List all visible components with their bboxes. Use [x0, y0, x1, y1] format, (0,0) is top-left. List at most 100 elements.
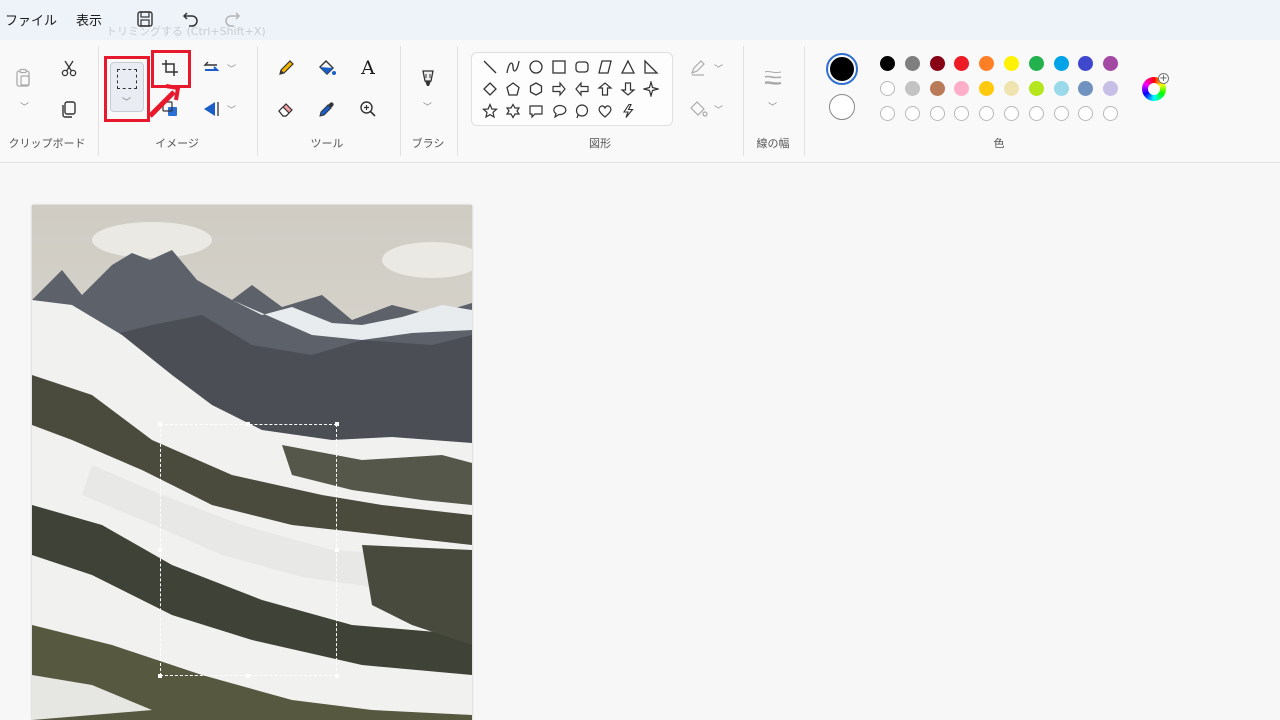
brush-chevron-icon[interactable]: ﹀	[423, 100, 432, 113]
custom-color-slot[interactable]	[1004, 106, 1019, 121]
ribbon-separator	[457, 46, 458, 156]
brush-icon[interactable]	[414, 64, 442, 92]
hexagon-shape-icon[interactable]	[526, 79, 546, 99]
palette-color-swatch[interactable]	[1103, 56, 1119, 71]
palette-color-swatch[interactable]	[1053, 56, 1069, 71]
primary-color-dot	[830, 57, 854, 81]
selection-handle[interactable]	[335, 422, 339, 426]
primary-color-swatch[interactable]	[826, 53, 858, 85]
palette-color-swatch[interactable]	[1103, 81, 1119, 96]
palette-color-swatch[interactable]	[904, 81, 920, 96]
custom-color-slot[interactable]	[1028, 106, 1044, 121]
menu-file[interactable]: ファイル	[5, 10, 57, 29]
shape-fill-chevron-icon[interactable]: ﹀	[714, 103, 723, 116]
text-icon[interactable]: A	[354, 54, 382, 82]
selection-handle[interactable]	[246, 674, 250, 678]
lightning-shape-icon[interactable]	[618, 101, 638, 121]
shape-outline-icon[interactable]	[684, 54, 712, 82]
pentagon-shape-icon[interactable]	[503, 79, 523, 99]
four-point-star-shape-icon[interactable]	[641, 79, 661, 99]
eraser-icon[interactable]	[272, 95, 300, 123]
cut-icon[interactable]	[55, 54, 83, 82]
color-picker-icon[interactable]	[313, 95, 341, 123]
selection-handle[interactable]	[335, 548, 339, 552]
curve-shape-icon[interactable]	[503, 57, 523, 77]
ribbon-separator	[743, 46, 744, 156]
secondary-color-swatch[interactable]	[829, 94, 855, 120]
selection-rectangle[interactable]	[158, 422, 339, 678]
custom-color-slot[interactable]	[1078, 106, 1094, 121]
menu-view[interactable]: 表示	[76, 10, 102, 29]
palette-color-swatch[interactable]	[954, 81, 970, 96]
right-triangle-shape-icon[interactable]	[641, 57, 661, 77]
shape-outline-chevron-icon[interactable]: ﹀	[714, 62, 723, 75]
custom-color-slot[interactable]	[1053, 106, 1069, 121]
paste-icon[interactable]	[9, 64, 37, 92]
selection-handle[interactable]	[246, 422, 250, 426]
palette-color-swatch[interactable]	[1004, 81, 1019, 96]
palette-color-swatch[interactable]	[929, 81, 945, 96]
triangle-shape-icon[interactable]	[618, 57, 638, 77]
palette-color-swatch[interactable]	[979, 56, 995, 71]
image-group-label: イメージ	[155, 137, 199, 150]
custom-color-slot[interactable]	[979, 106, 995, 121]
custom-color-slot[interactable]	[904, 106, 920, 121]
palette-color-swatch[interactable]	[954, 56, 970, 71]
copy-icon[interactable]	[55, 95, 83, 123]
palette-color-swatch[interactable]	[929, 56, 945, 71]
left-arrow-shape-icon[interactable]	[572, 79, 592, 99]
up-arrow-shape-icon[interactable]	[595, 79, 615, 99]
crop-tooltip: トリミングする (Ctrl+Shift+X)	[106, 25, 266, 38]
rectangular-callout-shape-icon[interactable]	[526, 101, 546, 121]
custom-color-slot[interactable]	[954, 106, 970, 121]
custom-color-slot[interactable]	[880, 106, 895, 121]
oval-shape-icon[interactable]	[526, 57, 546, 77]
palette-color-swatch[interactable]	[979, 81, 995, 96]
magnifier-icon[interactable]	[354, 95, 382, 123]
custom-color-slot[interactable]	[929, 106, 945, 121]
line-width-icon[interactable]	[759, 64, 787, 92]
flip-chevron-icon[interactable]: ﹀	[227, 103, 236, 116]
right-arrow-shape-icon[interactable]	[549, 79, 569, 99]
palette-color-swatch[interactable]	[1028, 56, 1044, 71]
line-width-group-label: 線の幅	[756, 137, 790, 150]
edit-colors-icon[interactable]: +	[1142, 73, 1169, 101]
palette-color-swatch[interactable]	[1053, 81, 1069, 96]
brushes-group-label: ブラシ	[411, 137, 445, 150]
selection-handle[interactable]	[335, 674, 339, 678]
palette-color-swatch[interactable]	[1028, 81, 1044, 96]
ribbon-separator	[257, 46, 258, 156]
ribbon-separator	[400, 46, 401, 156]
selection-handle[interactable]	[158, 548, 162, 552]
palette-color-swatch[interactable]	[1078, 81, 1094, 96]
palette-color-swatch[interactable]	[880, 81, 895, 96]
heart-shape-icon[interactable]	[595, 101, 615, 121]
polygon-shape-icon[interactable]	[595, 57, 615, 77]
palette-color-swatch[interactable]	[904, 56, 920, 71]
menu-bar: ファイル 表示 トリミングする (Ctrl+Shift+X)	[0, 0, 1280, 40]
six-point-star-shape-icon[interactable]	[503, 101, 523, 121]
line-shape-icon[interactable]	[480, 57, 500, 77]
rotate-icon[interactable]	[197, 54, 225, 82]
fill-bucket-icon[interactable]	[313, 54, 341, 82]
down-arrow-shape-icon[interactable]	[618, 79, 638, 99]
palette-color-swatch[interactable]	[1004, 56, 1019, 71]
oval-callout-shape-icon[interactable]	[549, 101, 569, 121]
palette-color-swatch[interactable]	[880, 56, 895, 71]
pencil-icon[interactable]	[272, 54, 300, 82]
rotate-chevron-icon[interactable]: ﹀	[227, 62, 236, 75]
custom-color-slot[interactable]	[1103, 106, 1119, 121]
cloud-callout-shape-icon[interactable]	[572, 101, 592, 121]
palette-color-swatch[interactable]	[1078, 56, 1094, 71]
flip-icon[interactable]	[197, 95, 225, 123]
rounded-rectangle-shape-icon[interactable]	[572, 57, 592, 77]
paste-chevron-icon[interactable]: ﹀	[20, 100, 29, 113]
selection-handle[interactable]	[158, 674, 162, 678]
ribbon: ﹀ クリップボード ﹀ ﹀ ﹀ イメージ A ツール ﹀ ブラシ ﹀ ﹀ 図形 …	[0, 40, 1280, 163]
five-point-star-shape-icon[interactable]	[480, 101, 500, 121]
rectangle-shape-icon[interactable]	[549, 57, 569, 77]
line-width-chevron-icon[interactable]: ﹀	[768, 100, 777, 113]
shape-fill-icon[interactable]	[684, 95, 712, 123]
selection-handle[interactable]	[158, 422, 162, 426]
diamond-shape-icon[interactable]	[480, 79, 500, 99]
